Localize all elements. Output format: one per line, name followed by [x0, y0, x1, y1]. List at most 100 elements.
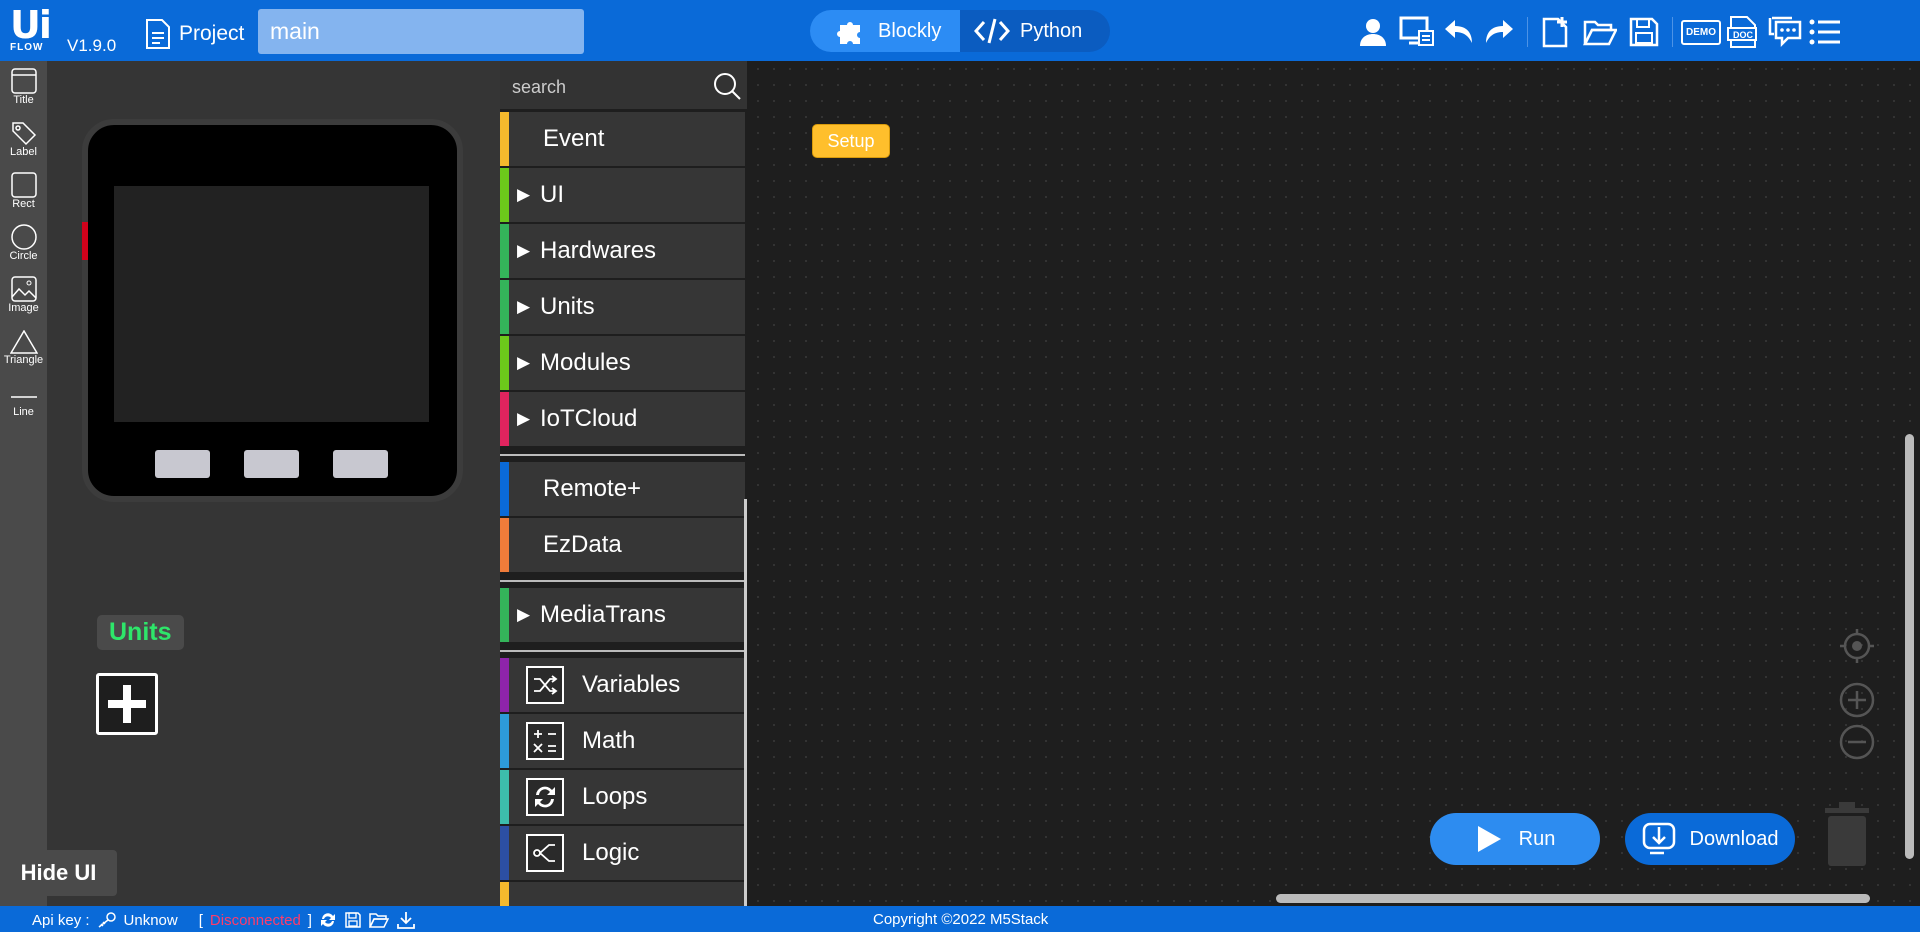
category-logic[interactable]: Logic: [500, 826, 745, 880]
expand-arrow-icon: ▶: [517, 409, 531, 428]
logic-icon: [526, 834, 564, 872]
category-modules[interactable]: ▶ Modules: [500, 336, 745, 390]
api-key-value: Unknow: [123, 911, 178, 929]
undo-icon[interactable]: [1441, 14, 1477, 50]
open-folder-icon[interactable]: [1582, 14, 1618, 50]
workspace-vertical-scrollbar[interactable]: [1905, 434, 1914, 859]
category-ezdata[interactable]: EzData: [500, 518, 745, 572]
title-shape-icon: [10, 68, 37, 94]
category-label: IoTCloud: [540, 405, 638, 432]
demo-badge-text: DEMO: [1681, 19, 1721, 45]
expand-arrow-icon: ▶: [517, 297, 531, 316]
folder-small-icon[interactable]: [368, 912, 389, 928]
category-color-stripe: [500, 168, 509, 222]
category-color-stripe: [500, 462, 509, 516]
add-unit-button[interactable]: [96, 673, 158, 735]
category-remote-plus[interactable]: Remote+: [500, 462, 745, 516]
category-color-stripe: [500, 588, 509, 642]
shape-circle[interactable]: Circle: [0, 213, 47, 265]
category-label: Hardwares: [540, 237, 657, 264]
circle-shape-icon: [10, 224, 37, 250]
palette-search[interactable]: search: [500, 61, 747, 109]
category-label: Logic: [582, 839, 640, 866]
tab-python[interactable]: Python: [960, 10, 1096, 52]
shape-image[interactable]: Image: [0, 265, 47, 317]
workspace-horizontal-scrollbar[interactable]: [1276, 894, 1870, 903]
status-bracket-open: [: [198, 911, 203, 929]
user-icon[interactable]: [1355, 14, 1391, 50]
menu-icon[interactable]: [1807, 14, 1843, 50]
device-settings-icon[interactable]: [1399, 14, 1435, 50]
top-bar: Ui FLOW V1.9.0 Project Blockly Python DE…: [0, 0, 1920, 61]
category-event[interactable]: Event: [500, 112, 745, 166]
download-button[interactable]: Download: [1625, 813, 1795, 865]
mode-switch: Blockly Python: [810, 10, 1110, 52]
trash-icon[interactable]: [1821, 798, 1873, 870]
device-button-a[interactable]: [155, 450, 210, 478]
copyright-text: Copyright ©2022 M5Stack: [873, 911, 1049, 928]
category-label: Variables: [582, 671, 681, 698]
category-label: Remote+: [543, 475, 642, 502]
shape-rect-label: Rect: [12, 198, 35, 210]
connection-status: Disconnected: [209, 911, 301, 929]
blockly-workspace[interactable]: Setup Run Download: [750, 61, 1920, 906]
palette-scrollbar[interactable]: [744, 499, 747, 906]
device-screen-canvas[interactable]: [114, 186, 429, 422]
category-mediatrans[interactable]: ▶ MediaTrans: [500, 588, 745, 642]
save-icon[interactable]: [1626, 14, 1662, 50]
feedback-icon[interactable]: [1767, 14, 1803, 50]
zoom-in-icon[interactable]: [1839, 682, 1875, 718]
shape-title[interactable]: Title: [0, 61, 47, 109]
category-partial[interactable]: [500, 882, 745, 906]
new-file-icon[interactable]: [1538, 14, 1574, 50]
run-label: Run: [1518, 827, 1556, 850]
shape-rect[interactable]: Rect: [0, 161, 47, 213]
category-color-stripe: [500, 280, 509, 334]
category-variables[interactable]: Variables: [500, 658, 745, 712]
shape-line[interactable]: Line: [0, 369, 47, 421]
logo-ui-text: Ui: [10, 3, 52, 47]
category-color-stripe: [500, 826, 509, 880]
label-tag-icon: [11, 122, 36, 146]
category-iotcloud[interactable]: ▶ IoTCloud: [500, 392, 745, 446]
category-math[interactable]: Math: [500, 714, 745, 768]
run-button[interactable]: Run: [1430, 813, 1600, 865]
document-icon: [146, 19, 170, 49]
tab-blockly[interactable]: Blockly: [810, 10, 960, 52]
key-icon[interactable]: [97, 912, 117, 928]
expand-arrow-icon: ▶: [517, 605, 531, 624]
zoom-out-icon[interactable]: [1839, 724, 1875, 760]
doc-icon[interactable]: DOC: [1725, 14, 1761, 50]
project-name-input[interactable]: [258, 9, 584, 54]
line-shape-icon: [10, 396, 37, 398]
category-units[interactable]: ▶ Units: [500, 280, 745, 334]
device-button-b[interactable]: [244, 450, 299, 478]
category-color-stripe: [500, 714, 509, 768]
expand-arrow-icon: ▶: [517, 353, 531, 372]
shape-line-label: Line: [13, 406, 34, 418]
category-ui[interactable]: ▶ UI: [500, 168, 745, 222]
toolbar-separator: [1672, 17, 1673, 47]
project-button[interactable]: Project: [145, 18, 244, 50]
shape-triangle[interactable]: Triangle: [0, 317, 47, 369]
shape-toolbar: Title Label Rect Circle Image Triangle L…: [0, 61, 47, 906]
toolbar: DEMO DOC: [1355, 14, 1843, 50]
search-icon[interactable]: [713, 72, 741, 100]
uiflow-logo: Ui FLOW: [10, 3, 60, 56]
demo-icon[interactable]: DEMO: [1681, 14, 1721, 50]
shape-image-label: Image: [8, 302, 39, 314]
download-small-icon[interactable]: [396, 911, 416, 929]
hide-ui-button[interactable]: Hide UI: [0, 850, 117, 896]
category-loops[interactable]: Loops: [500, 770, 745, 824]
category-label: Math: [582, 727, 636, 754]
refresh-icon[interactable]: [319, 911, 337, 929]
save-small-icon[interactable]: [344, 911, 362, 929]
category-hardwares[interactable]: ▶ Hardwares: [500, 224, 745, 278]
category-label: EzData: [543, 531, 622, 558]
status-bracket-close: ]: [307, 911, 312, 929]
recenter-icon[interactable]: [1839, 628, 1875, 664]
device-button-c[interactable]: [333, 450, 388, 478]
redo-icon[interactable]: [1481, 14, 1517, 50]
shape-label[interactable]: Label: [0, 109, 47, 161]
setup-block[interactable]: Setup: [812, 124, 890, 158]
